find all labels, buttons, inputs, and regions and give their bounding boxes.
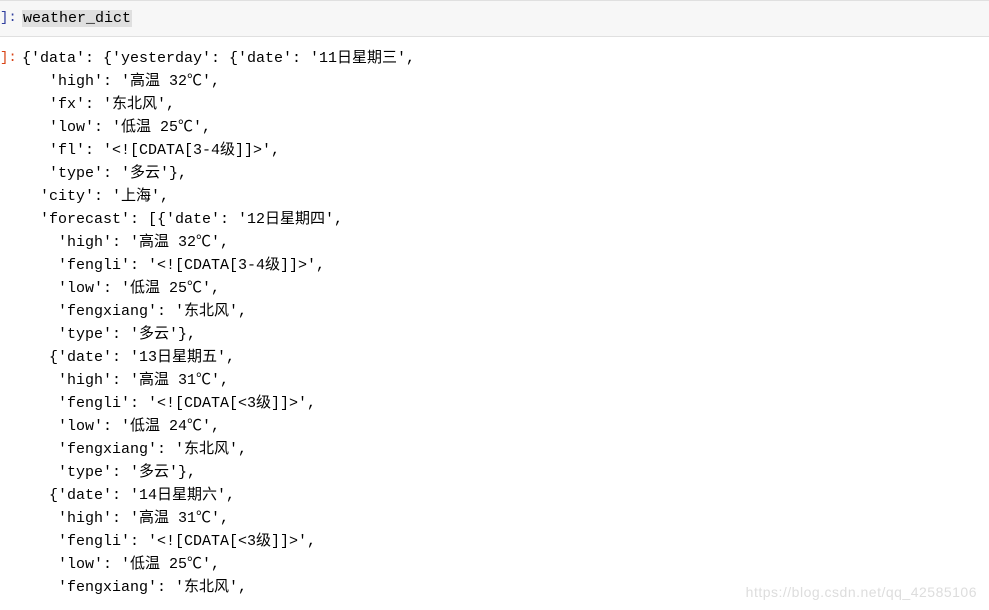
output-line: 'fx': '东北风', [22, 96, 175, 113]
output-line: 'fl': '<![CDATA[3-4级]]>', [22, 142, 280, 159]
output-line: 'fengli': '<![CDATA[<3级]]>', [22, 395, 316, 412]
output-line: 'type': '多云'}, [22, 464, 196, 481]
output-prompt: ]: [0, 47, 18, 599]
output-area: {'data': {'yesterday': {'date': '11日星期三'… [18, 47, 989, 599]
output-line: 'type': '多云'}, [22, 165, 187, 182]
output-line: 'fengli': '<![CDATA[3-4级]]>', [22, 257, 325, 274]
output-line: 'high': '高温 32℃', [22, 73, 220, 90]
watermark: https://blog.csdn.net/qq_42585106 [746, 581, 977, 604]
output-line: 'low': '低温 25℃', [22, 280, 220, 297]
output-line: 'fengxiang': '东北风', [22, 303, 247, 320]
output-line: 'type': '多云'}, [22, 326, 196, 343]
output-line: 'high': '高温 32℃', [22, 234, 229, 251]
output-line: {'date': '13日星期五', [22, 349, 235, 366]
input-area[interactable]: weather_dict [18, 7, 989, 30]
output-line: 'low': '低温 24℃', [22, 418, 220, 435]
output-line: 'fengxiang': '东北风', [22, 441, 247, 458]
input-code: weather_dict [22, 10, 132, 27]
output-line: {'date': '14日星期六', [22, 487, 235, 504]
output-cell: ]: {'data': {'yesterday': {'date': '11日星… [0, 37, 989, 603]
output-line: 'city': '上海', [22, 188, 169, 205]
output-line: 'low': '低温 25℃', [22, 556, 220, 573]
input-prompt: ]: [0, 7, 18, 30]
input-cell: ]: weather_dict [0, 0, 989, 37]
output-line: 'high': '高温 31℃', [22, 372, 229, 389]
output-line: 'forecast': [{'date': '12日星期四', [22, 211, 343, 228]
output-line: 'fengli': '<![CDATA[<3级]]>', [22, 533, 316, 550]
output-line: {'data': {'yesterday': {'date': '11日星期三'… [22, 50, 415, 67]
output-line: 'high': '高温 31℃', [22, 510, 229, 527]
output-line: 'low': '低温 25℃', [22, 119, 211, 136]
output-line: 'fengxiang': '东北风', [22, 579, 247, 596]
